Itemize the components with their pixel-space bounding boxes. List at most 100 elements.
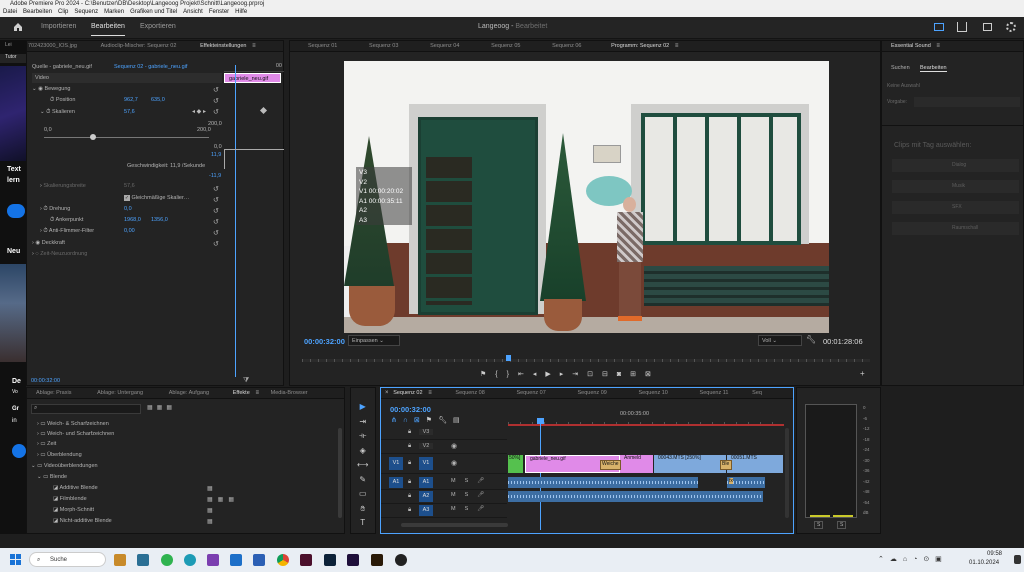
source-v-label[interactable]: V1 bbox=[389, 457, 403, 470]
tab-sequenz-02[interactable]: Sequenz 02 bbox=[393, 388, 422, 398]
tab-audio-mixer[interactable]: Audioclip-Mischer: Sequenz 02 bbox=[101, 41, 177, 51]
zeit-row[interactable]: › ◌ Zeit-Neuzuordnung bbox=[32, 249, 87, 259]
tree-item[interactable]: › ▭ Weich- und Scharfzeichnen bbox=[37, 429, 114, 439]
clock-date[interactable]: 01.10.2024 bbox=[969, 560, 999, 566]
taskview-icon[interactable] bbox=[114, 554, 126, 566]
go-out-icon[interactable]: ⇥ bbox=[572, 371, 587, 378]
nest-icon[interactable]: ⊠ bbox=[414, 417, 426, 424]
keyframe-nav[interactable]: ◂ ◆ ▸ bbox=[192, 108, 206, 115]
tab-sequenz-06[interactable]: Sequenz 06 bbox=[552, 41, 581, 51]
stopwatch-icon[interactable]: ⏱ bbox=[50, 95, 54, 105]
stopwatch-icon[interactable]: ⏱ bbox=[50, 215, 54, 225]
add-button-icon[interactable]: + bbox=[860, 369, 865, 378]
transition-weiche[interactable]: Weiche bbox=[600, 460, 621, 470]
camera-icon[interactable]: ◙ bbox=[617, 371, 630, 378]
left-edge-tab[interactable]: Tutor bbox=[0, 54, 26, 63]
slip-tool-icon[interactable]: ⟷ bbox=[357, 458, 368, 473]
musik-button[interactable]: Musik bbox=[892, 180, 1019, 193]
reset-icons[interactable]: ↺ ↺ ↺ ↺ ↺ ↺ ↺ ↺ ↺ bbox=[213, 85, 221, 265]
panel-menu-icon[interactable]: ≡ bbox=[252, 43, 256, 49]
menu-clip[interactable]: Clip bbox=[58, 9, 68, 15]
chevron-right-icon[interactable]: › bbox=[37, 439, 39, 449]
panel-menu-icon[interactable]: ≡ bbox=[428, 390, 432, 396]
stopwatch-icon[interactable]: ⏱ bbox=[43, 204, 47, 214]
ec-clip-bar[interactable]: gabriele_neu.gif bbox=[224, 73, 281, 83]
timeline-playhead-head[interactable] bbox=[537, 418, 544, 424]
track-select-icon[interactable]: ⇥ bbox=[357, 415, 368, 430]
tab-effect-controls[interactable]: Effekteinstellungen bbox=[200, 41, 246, 51]
chevron-right-icon[interactable]: › bbox=[32, 249, 34, 259]
chevron-down-icon[interactable]: ⌄ bbox=[40, 107, 45, 117]
share-icon[interactable] bbox=[957, 22, 967, 32]
clip-00051[interactable]: 00051.MTS bbox=[727, 455, 783, 473]
captions-icon[interactable]: ▤ bbox=[453, 417, 466, 424]
checkbox-checked-icon[interactable]: ✓ bbox=[124, 195, 130, 201]
rectangle-tool-icon[interactable]: ▭ bbox=[357, 487, 368, 502]
left-edge-button-2[interactable] bbox=[12, 444, 26, 458]
menu-ansicht[interactable]: Ansicht bbox=[183, 9, 203, 15]
windows-start-icon[interactable] bbox=[10, 554, 21, 565]
lock-icon[interactable]: 🔒︎ bbox=[408, 443, 411, 450]
go-in-icon[interactable]: ⇤ bbox=[518, 371, 533, 378]
stopwatch-icon[interactable]: ⏱ bbox=[43, 226, 47, 236]
tab-bearbeiten-sound[interactable]: Bearbeiten bbox=[920, 65, 947, 72]
close-icon[interactable]: × bbox=[385, 390, 389, 396]
preset-select[interactable] bbox=[914, 97, 1020, 107]
photoshop-icon[interactable] bbox=[324, 554, 336, 566]
chevron-right-icon[interactable]: › bbox=[32, 238, 34, 248]
audio-clip-a2[interactable] bbox=[508, 491, 763, 502]
tree-item[interactable]: › ▭ Zeit bbox=[37, 439, 56, 449]
premiere-icon[interactable] bbox=[347, 554, 359, 566]
stopwatch-active-icon[interactable]: ⏱ bbox=[46, 107, 50, 117]
panel-menu-icon[interactable]: ≡ bbox=[255, 390, 259, 396]
drehung-value[interactable]: 0,0 bbox=[124, 204, 132, 214]
mute-solo-mic-icons[interactable]: MS🎤︎ bbox=[451, 506, 493, 512]
chevron-right-icon[interactable]: › bbox=[37, 429, 39, 439]
ripple-edit-icon[interactable]: ⟛ bbox=[357, 429, 368, 444]
chevron-down-icon[interactable]: ⌄ bbox=[32, 84, 37, 94]
marker-add-icon[interactable]: ⚑ bbox=[426, 417, 438, 424]
step-forward-icon[interactable]: ▸ bbox=[560, 371, 573, 378]
menu-grafiken[interactable]: Grafiken und Titel bbox=[130, 9, 177, 15]
tab-media-browser[interactable]: Media-Browser bbox=[271, 388, 308, 398]
tree-item[interactable]: › ▭ Überblendung bbox=[37, 450, 82, 460]
left-edge-button[interactable] bbox=[7, 204, 25, 218]
lift-icon[interactable]: ⊡ bbox=[587, 371, 602, 378]
clip-anmeld[interactable]: Anmeld bbox=[620, 455, 653, 473]
play-icon[interactable]: ▶ bbox=[545, 371, 559, 378]
program-timecode[interactable]: 00:00:32:00 bbox=[304, 337, 345, 346]
step-back-icon[interactable]: ◂ bbox=[533, 371, 546, 378]
solo-left-button[interactable]: S bbox=[814, 521, 824, 529]
clip-00043[interactable]: 00043.MTS [250%] bbox=[654, 455, 726, 473]
source-a-label[interactable]: A1 bbox=[389, 477, 403, 488]
position-x[interactable]: 962,7 bbox=[124, 95, 138, 105]
tab-exportieren[interactable]: Exportieren bbox=[140, 23, 176, 30]
wrench-icon[interactable]: 🔧︎ bbox=[806, 335, 816, 344]
tab-bearbeiten[interactable]: Bearbeiten bbox=[91, 23, 125, 36]
timeline-scrollbar[interactable] bbox=[401, 523, 508, 527]
filter-icon[interactable]: ⧩ bbox=[243, 377, 249, 385]
tab-ablage-aufgang[interactable]: Ablage: Aufgang bbox=[169, 388, 209, 398]
solo-right-button[interactable]: S bbox=[837, 521, 847, 529]
compare-icon[interactable]: ⊞ bbox=[630, 371, 645, 378]
chevron-right-icon[interactable]: › bbox=[40, 226, 42, 236]
sequence-selector[interactable]: Sequenz 02 - gabriele_neu.gif bbox=[114, 62, 187, 72]
tab-importieren[interactable]: Importieren bbox=[41, 23, 76, 30]
media-player-icon[interactable] bbox=[395, 554, 407, 566]
audio-clip-a1-2[interactable]: fx bbox=[727, 477, 765, 488]
timeline-timecode[interactable]: 00:00:32:00 bbox=[390, 405, 431, 414]
chevron-right-icon[interactable]: › bbox=[40, 204, 42, 214]
clock-time[interactable]: 09:58 bbox=[987, 551, 1002, 557]
tab-sequenz-10[interactable]: Sequenz 10 bbox=[639, 388, 668, 398]
fullscreen-icon[interactable] bbox=[983, 23, 992, 31]
audio-clip-a1-1[interactable] bbox=[508, 477, 698, 488]
tree-item[interactable]: ◪ Filmblende bbox=[53, 494, 87, 504]
chevron-right-icon[interactable]: › bbox=[37, 419, 39, 429]
notification-icon[interactable] bbox=[1014, 555, 1021, 564]
lock-icon[interactable]: 🔒︎ bbox=[408, 429, 411, 436]
effects-filter-icons[interactable]: ▦▦▦ bbox=[147, 404, 176, 411]
calendar-app-icon[interactable] bbox=[137, 554, 149, 566]
mute-solo-mic-icons[interactable]: MS🎤︎ bbox=[451, 478, 493, 484]
gleich-row[interactable]: ✓ Gleichmäßige Skalier… bbox=[124, 193, 189, 203]
scale-slider[interactable] bbox=[44, 134, 209, 140]
